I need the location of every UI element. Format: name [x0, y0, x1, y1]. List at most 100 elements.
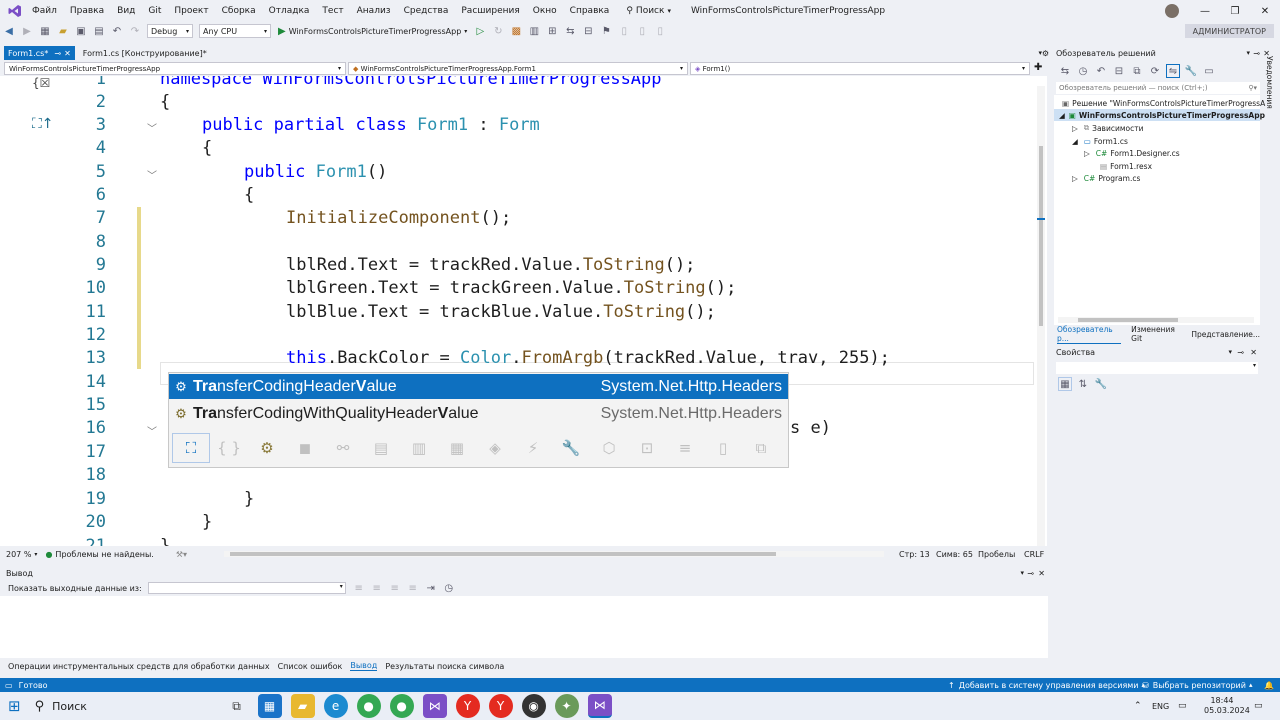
- history-icon[interactable]: ◷: [1076, 64, 1090, 78]
- local-filter-icon[interactable]: ▯: [704, 433, 742, 463]
- property-filter-icon[interactable]: ⊡: [628, 433, 666, 463]
- edge-icon[interactable]: e: [323, 694, 348, 718]
- tree-item-form1-designer[interactable]: ▷ C# Form1.Designer.cs: [1084, 147, 1180, 159]
- member-dropdown[interactable]: ◈ Form1() ▾: [690, 62, 1030, 75]
- global-search[interactable]: ⚲ Поиск ▾: [626, 6, 671, 16]
- class-dropdown[interactable]: ◆ WinFormsControlsPictureTimerProgressAp…: [348, 62, 688, 75]
- undo-icon[interactable]: ↶: [110, 24, 124, 38]
- tab-error-list[interactable]: Список ошибок: [278, 662, 343, 671]
- delegate-filter-icon[interactable]: ▥: [400, 433, 438, 463]
- tree-item-dependencies[interactable]: ▷ ⧉ Зависимости: [1072, 122, 1143, 134]
- tab-class-view[interactable]: Представление...: [1191, 330, 1260, 339]
- pin-icon[interactable]: ⊸: [1237, 348, 1244, 357]
- property-pages-icon[interactable]: 🔧: [1094, 377, 1108, 391]
- next-message-icon[interactable]: ≡: [388, 581, 402, 595]
- windows-start-icon[interactable]: ⊞: [8, 697, 21, 715]
- menu-project[interactable]: Проект: [174, 6, 208, 16]
- select-repository-button[interactable]: ⛁ Выбрать репозиторий ▴: [1142, 681, 1252, 690]
- categorized-icon[interactable]: ▦: [1058, 377, 1072, 391]
- chevron-down-icon[interactable]: ▾: [1228, 348, 1232, 356]
- expand-icon[interactable]: ◢: [1072, 137, 1078, 146]
- solution-search-input[interactable]: Обозреватель решений — поиск (Ctrl+;) ⚲▾: [1056, 82, 1260, 94]
- output-content[interactable]: [0, 596, 1048, 658]
- tab-form1-cs[interactable]: Form1.cs* ⊸ ✕: [4, 46, 75, 60]
- save-all-icon[interactable]: ▤: [92, 24, 106, 38]
- interface-filter-icon[interactable]: ⚯: [324, 433, 362, 463]
- tree-item-form1-cs[interactable]: ◢ ▭ Form1.cs: [1072, 135, 1128, 147]
- toolbar-option-icon-4[interactable]: ⊟: [581, 24, 595, 38]
- toolbar-option-icon-6[interactable]: ▯: [635, 24, 649, 38]
- add-to-source-control-button[interactable]: ↑ Добавить в систему управления версиями…: [948, 681, 1145, 690]
- menu-debug[interactable]: Отладка: [269, 6, 310, 16]
- tab-form1-designer[interactable]: Form1.cs [Конструирование]*: [79, 46, 211, 60]
- refresh-icon[interactable]: ⟳: [1148, 64, 1162, 78]
- filter-icon[interactable]: ⇋: [1166, 64, 1180, 78]
- prev-message-icon[interactable]: ≡: [370, 581, 384, 595]
- event-filter-icon[interactable]: ⚡: [514, 433, 552, 463]
- obs-icon[interactable]: ◉: [521, 694, 546, 718]
- menu-git[interactable]: Git: [148, 6, 161, 16]
- pin-icon[interactable]: ⊸: [1027, 569, 1034, 578]
- snippet-filter-icon[interactable]: ⧉: [742, 433, 780, 463]
- admin-badge[interactable]: АДМИНИСТРАТОР: [1184, 24, 1274, 38]
- chrome-icon-2[interactable]: ●: [389, 694, 414, 718]
- pin-icon[interactable]: ⊸: [1253, 49, 1260, 58]
- expand-icon[interactable]: ◢: [1059, 111, 1065, 120]
- column-indicator[interactable]: Симв: 65: [936, 550, 973, 559]
- split-icon[interactable]: ✚: [1034, 62, 1042, 76]
- completion-item[interactable]: ⚙ TransferCodingHeaderValue System.Net.H…: [169, 374, 788, 399]
- expand-icon[interactable]: ▷: [1072, 124, 1078, 133]
- code-editor[interactable]: {☒ ⛶↑ 1 namespace WinFormsControlsPicture…: [0, 76, 1047, 546]
- zoom-level[interactable]: 207 %: [6, 550, 31, 559]
- struct-filter-icon[interactable]: ◼: [286, 433, 324, 463]
- notifications-tab[interactable]: Уведомления: [1265, 56, 1274, 109]
- issues-status[interactable]: Проблемы не найдены.: [55, 550, 153, 559]
- toolbar-option-icon-7[interactable]: ▯: [653, 24, 667, 38]
- properties-icon[interactable]: 🔧: [1184, 64, 1198, 78]
- configuration-select[interactable]: Debug ▾: [147, 24, 193, 38]
- tab-output[interactable]: Вывод: [350, 661, 378, 671]
- tree-item-form1-resx[interactable]: ▤ Form1.resx: [1100, 160, 1152, 172]
- intellisense-popup[interactable]: ⚙ TransferCodingHeaderValue System.Net.H…: [168, 372, 789, 468]
- editor-vertical-scrollbar[interactable]: [1037, 86, 1045, 546]
- find-icon[interactable]: ≡: [352, 581, 366, 595]
- menu-help[interactable]: Справка: [570, 6, 610, 16]
- scrollbar-thumb[interactable]: [1078, 318, 1178, 322]
- method-filter-icon[interactable]: ◈: [476, 433, 514, 463]
- collapse-icon[interactable]: ⊟: [1112, 64, 1126, 78]
- app-icon[interactable]: ✦: [554, 694, 579, 718]
- yandex-browser-icon[interactable]: Y: [455, 694, 480, 718]
- close-icon[interactable]: ✕: [1038, 569, 1045, 578]
- yandex-browser-icon-2[interactable]: Y: [488, 694, 513, 718]
- back-icon[interactable]: ◀: [2, 24, 16, 38]
- toolbar-option-icon-5[interactable]: ▯: [617, 24, 631, 38]
- taskbar-search[interactable]: ⚲ Поиск: [35, 699, 205, 714]
- undo-icon[interactable]: ↶: [1094, 64, 1108, 78]
- hot-reload-icon[interactable]: ↻: [491, 24, 505, 38]
- chevron-down-icon[interactable]: ▾: [34, 551, 37, 558]
- toolbar-option-icon-2[interactable]: ⊞: [545, 24, 559, 38]
- scrollbar-thumb[interactable]: [1039, 146, 1043, 326]
- tree-item-solution[interactable]: ▣ Решение "WinFormsControlsPictureTimerPr…: [1062, 97, 1265, 109]
- keyboard-language[interactable]: ENG: [1152, 702, 1169, 711]
- pin-icon[interactable]: ⊸: [54, 49, 61, 58]
- project-dropdown[interactable]: WinFormsControlsPictureTimerProgressApp ▾: [4, 62, 346, 75]
- minimize-icon[interactable]: —: [1190, 6, 1220, 17]
- browser-link-icon[interactable]: ▩: [509, 24, 523, 38]
- line-indicator[interactable]: Стр: 13: [899, 550, 930, 559]
- expand-icon[interactable]: ▷: [1084, 149, 1090, 158]
- scrollbar-thumb[interactable]: [230, 552, 776, 556]
- menu-build[interactable]: Сборка: [222, 6, 256, 16]
- save-icon[interactable]: ▣: [74, 24, 88, 38]
- tab-data-tools[interactable]: Операции инструментальных средств для об…: [8, 662, 270, 671]
- menu-window[interactable]: Окно: [533, 6, 557, 16]
- microsoft-store-icon[interactable]: ▦: [257, 694, 282, 718]
- platform-select[interactable]: Any CPU ▾: [199, 24, 271, 38]
- menu-tools[interactable]: Средства: [404, 6, 449, 16]
- properties-object-select[interactable]: ▾: [1056, 362, 1258, 374]
- menu-analyze[interactable]: Анализ: [357, 6, 391, 16]
- notification-bell-icon[interactable]: 🔔: [1264, 681, 1274, 690]
- clear-all-icon[interactable]: ≡: [406, 581, 420, 595]
- toolbar-option-icon[interactable]: ▥: [527, 24, 541, 38]
- clock[interactable]: 18:44 05.03.2024: [1204, 696, 1250, 716]
